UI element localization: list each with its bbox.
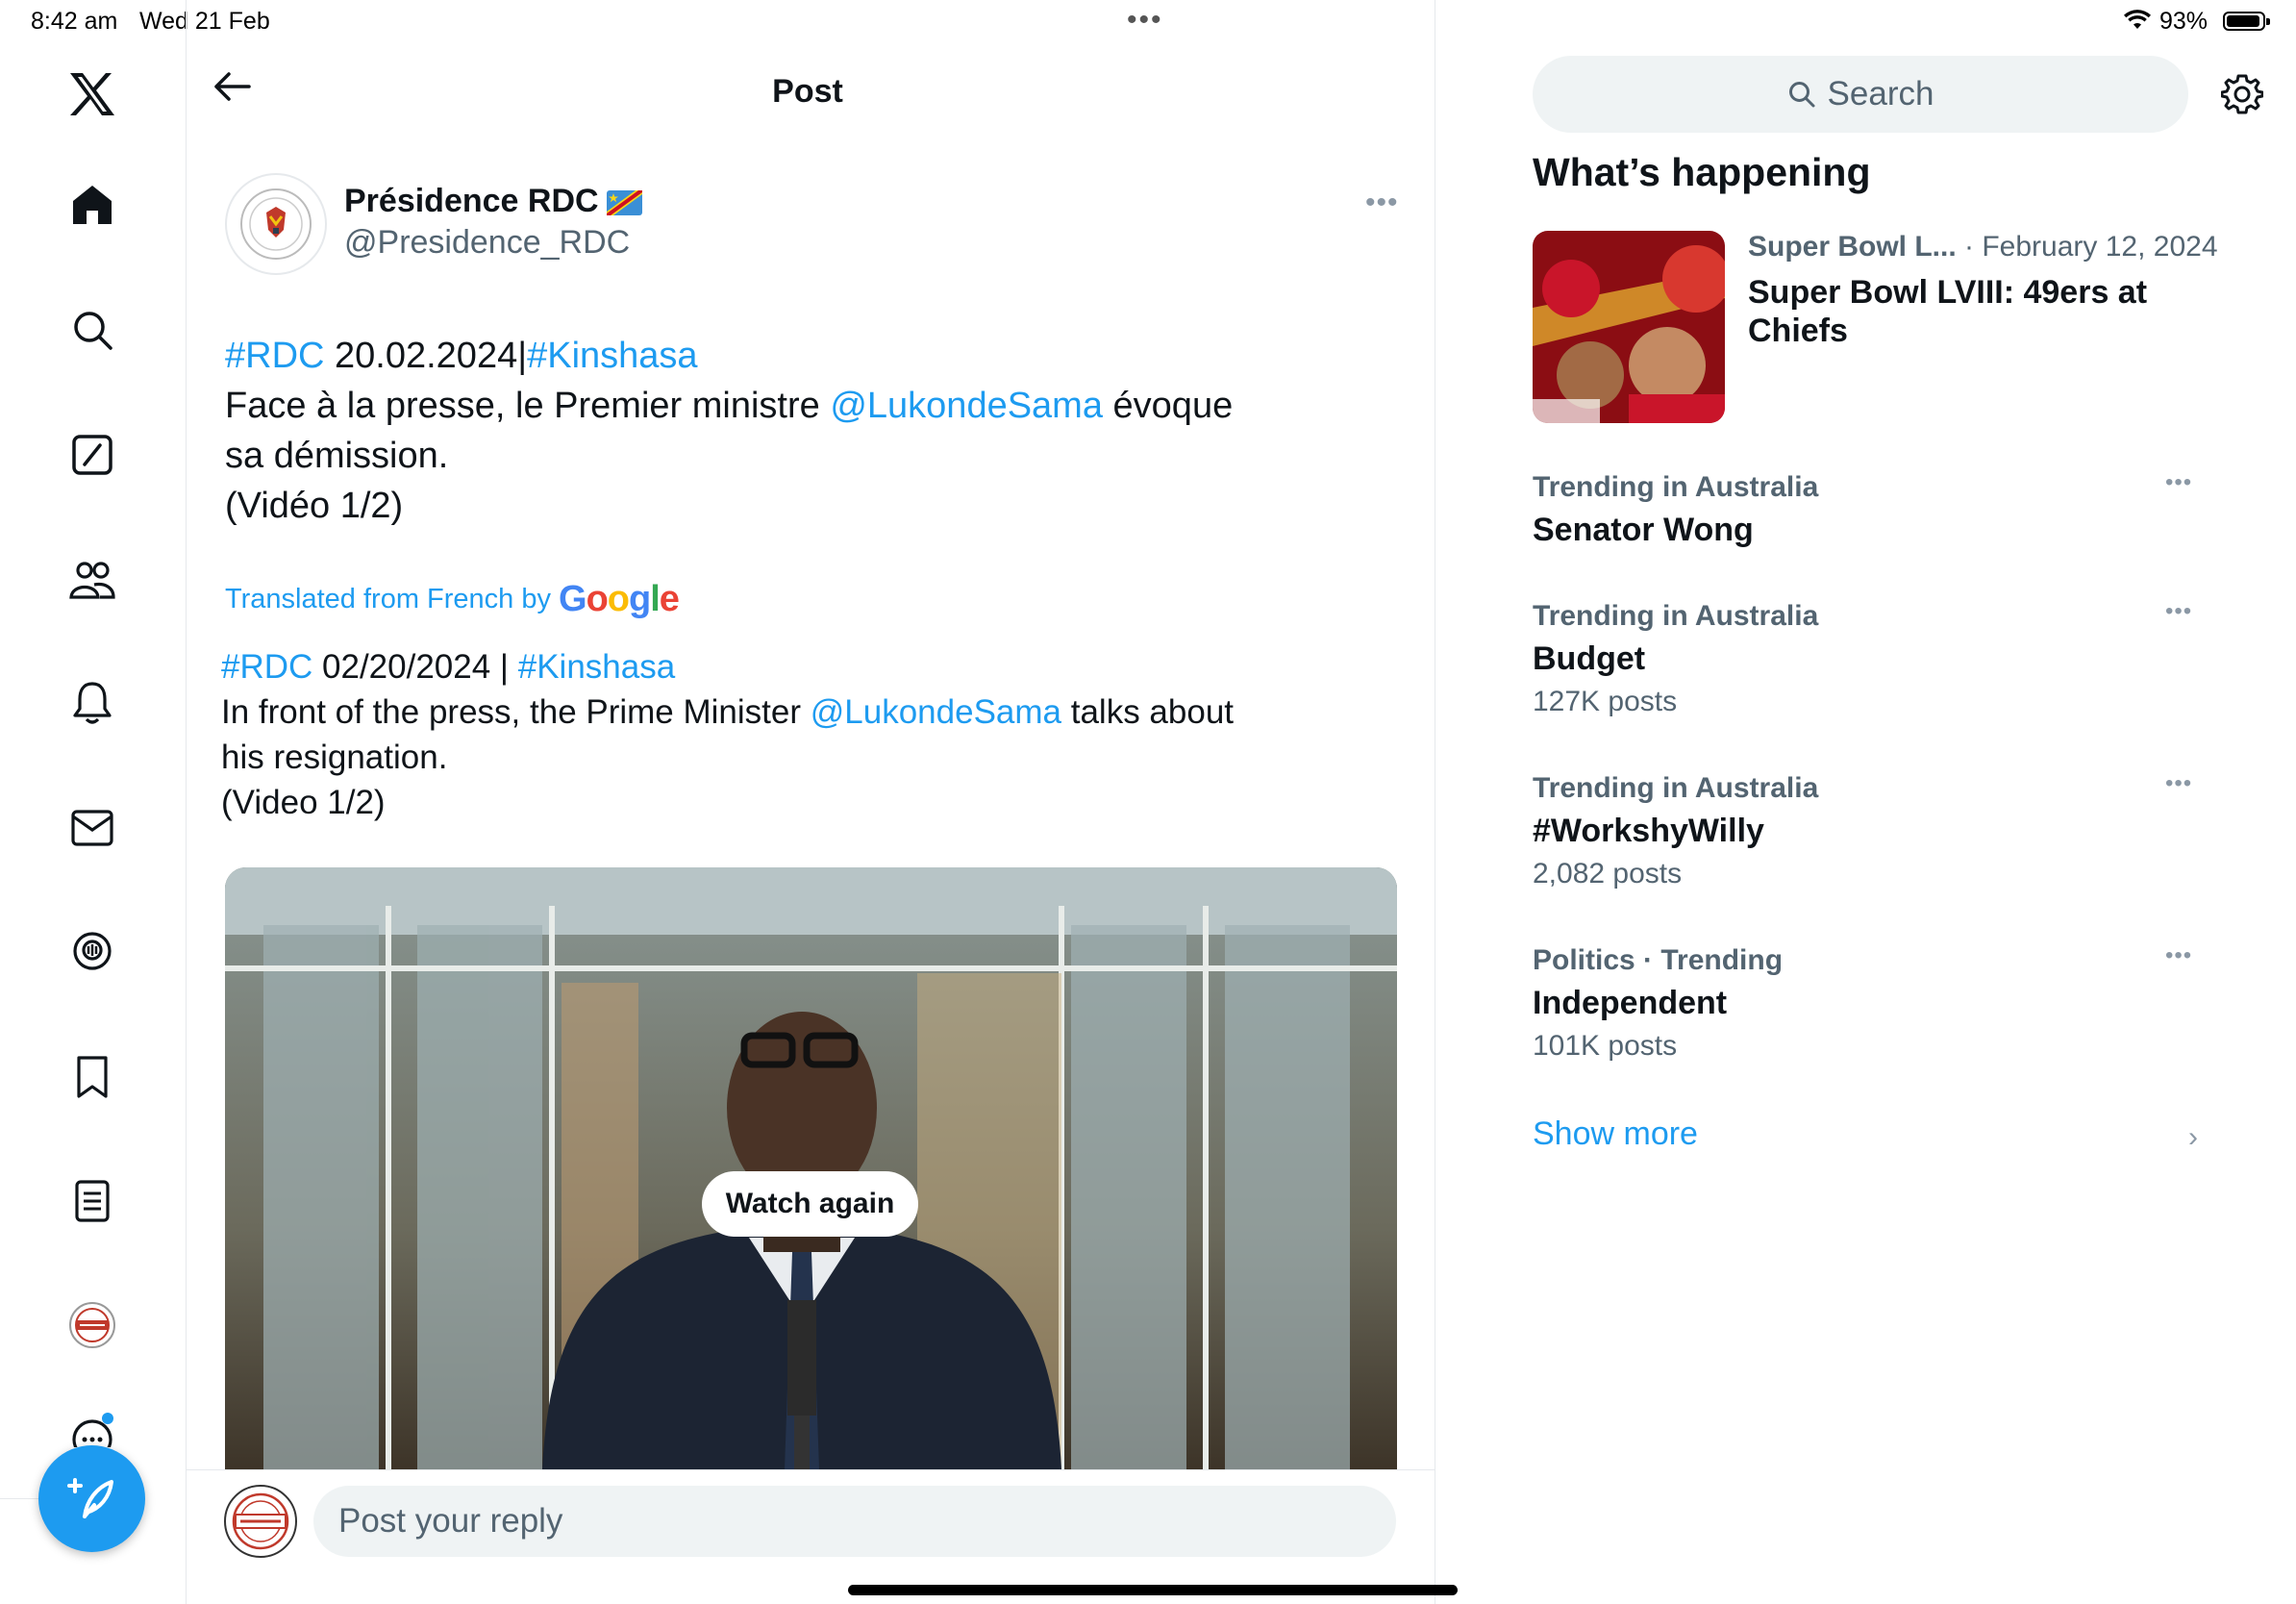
hashtag-link[interactable]: #RDC	[225, 336, 324, 376]
search-icon	[1788, 82, 1815, 108]
spaces-icon[interactable]	[63, 923, 121, 981]
trend-item[interactable]: Trending in Australia Senator Wong	[1533, 471, 1818, 549]
user-avatar[interactable]	[224, 1485, 297, 1558]
reply-bar-divider	[186, 1469, 1435, 1470]
trend-more-options-icon[interactable]: •••	[2165, 770, 2192, 797]
home-indicator[interactable]	[848, 1585, 1458, 1595]
feather-plus-icon	[66, 1477, 113, 1518]
translation-attribution[interactable]: Translated from French by Google	[225, 579, 680, 620]
trend-category: Trending in Australia	[1533, 471, 1819, 503]
mention-link[interactable]: @LukondeSama	[811, 693, 1061, 731]
super-bowl-thumbnail[interactable]	[1533, 231, 1725, 423]
reply-input[interactable]	[313, 1486, 1396, 1557]
hashtag-link[interactable]: #Kinshasa	[518, 648, 675, 686]
trend-name: #WorkshyWilly	[1533, 813, 1764, 849]
translated-text: #RDC 02/20/2024 | #Kinshasa In front of …	[221, 648, 1235, 821]
featured-trend-title[interactable]: Super Bowl LVIII: 49ers at Chiefs	[1748, 273, 2171, 350]
trend-name: Budget	[1533, 640, 1646, 677]
trend-more-options-icon[interactable]: •••	[2165, 942, 2192, 969]
author-avatar[interactable]	[225, 173, 327, 275]
trend-category: Politics · Trending	[1533, 944, 1784, 976]
settings-gear-icon[interactable]	[2220, 73, 2264, 120]
wifi-icon	[2123, 10, 2152, 36]
watch-again-button[interactable]: Watch again	[702, 1171, 918, 1237]
video-frame-image	[225, 867, 1397, 1469]
communities-icon[interactable]	[63, 551, 121, 609]
google-logo: Google	[559, 579, 680, 619]
multitasking-dots-icon[interactable]: •••	[1127, 4, 1163, 37]
more-menu-icon[interactable]	[63, 1418, 121, 1447]
grok-icon[interactable]	[63, 426, 121, 484]
mention-link[interactable]: @LukondeSama	[830, 386, 1103, 426]
notifications-bell-icon[interactable]	[63, 674, 121, 732]
trend-more-options-icon[interactable]: •••	[2165, 598, 2192, 625]
video-player[interactable]	[225, 867, 1397, 1469]
x-logo-icon[interactable]	[63, 65, 121, 123]
show-more-link[interactable]: Show more	[1533, 1115, 1698, 1153]
trend-post-count: 2,082 posts	[1533, 858, 1683, 890]
trend-item[interactable]: Trending in Australia #WorkshyWilly 2,08…	[1533, 772, 1818, 890]
classified-stamp-icon	[232, 1492, 289, 1550]
author-handle[interactable]: @Presidence_RDC	[344, 224, 630, 262]
home-icon[interactable]	[63, 176, 121, 234]
search-icon[interactable]	[63, 301, 121, 359]
back-arrow-icon[interactable]	[213, 71, 252, 107]
trend-name: Independent	[1533, 985, 1728, 1021]
trend-item[interactable]: Politics · Trending Independent 101K pos…	[1533, 944, 1783, 1063]
hashtag-link[interactable]: #Kinshasa	[527, 336, 697, 376]
trend-post-count: 127K posts	[1533, 686, 1678, 717]
battery-icon	[2223, 12, 2270, 31]
messages-envelope-icon[interactable]	[63, 799, 121, 857]
trend-more-options-icon[interactable]: •••	[2165, 469, 2192, 496]
whats-happening-title: What’s happening	[1533, 150, 1871, 194]
lists-icon[interactable]	[63, 1172, 121, 1230]
battery-percentage: 93%	[2159, 8, 2209, 35]
post-more-options-icon[interactable]: •••	[1365, 187, 1399, 219]
page-title: Post	[772, 73, 843, 110]
post-text: #RDC 20.02.2024|#Kinshasa Face à la pres…	[225, 336, 1234, 526]
drc-flag-icon	[607, 190, 642, 215]
search-input[interactable]: Search	[1533, 56, 2188, 133]
bookmarks-icon[interactable]	[63, 1048, 121, 1106]
author-name[interactable]: Présidence RDC	[344, 183, 599, 220]
trend-post-count: 101K posts	[1533, 1030, 1678, 1062]
notification-dot	[102, 1413, 113, 1424]
trend-item[interactable]: Trending in Australia Budget 127K posts	[1533, 600, 1818, 718]
trend-category: Trending in Australia	[1533, 600, 1819, 632]
compose-post-button[interactable]	[38, 1445, 145, 1552]
presidency-seal-icon	[240, 188, 312, 260]
chevron-right-icon[interactable]: ›	[2188, 1121, 2198, 1154]
hashtag-link[interactable]: #RDC	[221, 648, 312, 686]
featured-trend-meta: Super Bowl L... · February 12, 2024	[1748, 231, 2218, 263]
trend-name: Senator Wong	[1533, 512, 1754, 548]
profile-avatar-icon[interactable]	[63, 1296, 121, 1354]
trend-category: Trending in Australia	[1533, 772, 1819, 804]
